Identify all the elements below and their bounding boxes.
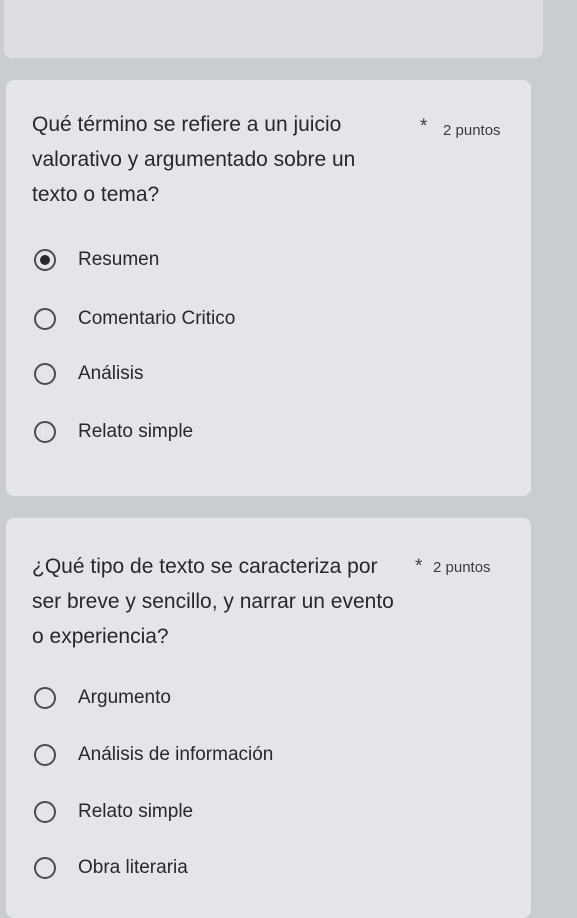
radio-button[interactable]: [34, 421, 56, 443]
radio-button-selected[interactable]: [34, 249, 56, 271]
radio-dot: [40, 255, 50, 265]
question-title: ¿Qué tipo de texto se caracteriza por se…: [32, 555, 394, 648]
radio-button[interactable]: [34, 687, 56, 709]
radio-button[interactable]: [34, 857, 56, 879]
option-resumen[interactable]: Resumen: [34, 246, 159, 274]
option-label: Relato simple: [78, 801, 194, 822]
option-label: Análisis: [78, 363, 144, 384]
option-argumento[interactable]: Argumento: [34, 684, 171, 712]
question-card-2: ¿Qué tipo de texto se caracteriza por se…: [6, 518, 531, 918]
question-title: Qué término se refiere a un juicio valor…: [32, 113, 356, 206]
option-relato-simple[interactable]: Relato simple: [34, 798, 193, 826]
option-analisis-de-informacion[interactable]: Análisis de información: [34, 741, 273, 769]
required-asterisk: *: [420, 116, 428, 137]
option-label: Análisis de información: [78, 744, 274, 765]
option-analisis[interactable]: Análisis: [34, 360, 143, 388]
question-card-1: Qué término se refiere a un juicio valor…: [6, 80, 531, 496]
points-label: 2 puntos: [443, 122, 501, 139]
option-label: Obra literaria: [78, 857, 188, 878]
radio-button[interactable]: [34, 801, 56, 823]
radio-button[interactable]: [34, 308, 56, 330]
option-label: Resumen: [78, 249, 160, 270]
radio-button[interactable]: [34, 744, 56, 766]
option-obra-literaria[interactable]: Obra literaria: [34, 854, 188, 882]
option-comentario-critico[interactable]: Comentario Critico: [34, 305, 235, 333]
option-label: Relato simple: [78, 421, 194, 442]
option-relato-simple[interactable]: Relato simple: [34, 418, 193, 446]
points-label: 2 puntos: [433, 559, 491, 576]
option-label: Comentario Critico: [78, 308, 236, 329]
previous-question-card: [4, 0, 543, 58]
required-asterisk: *: [415, 556, 423, 577]
option-label: Argumento: [78, 687, 171, 708]
radio-button[interactable]: [34, 363, 56, 385]
